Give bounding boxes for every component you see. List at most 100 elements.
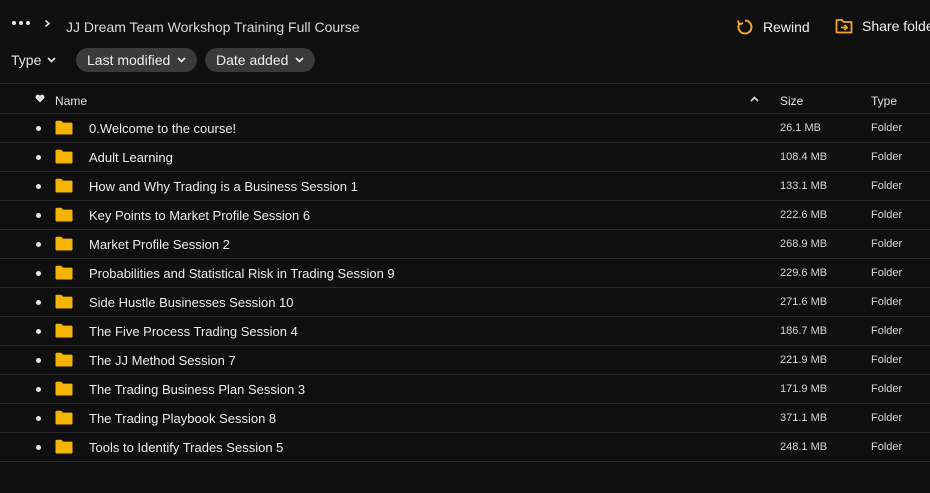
table-row[interactable]: The Five Process Trading Session 4 186.7…: [0, 317, 930, 346]
table-body: 0.Welcome to the course! 26.1 MB Folder …: [0, 114, 930, 462]
row-size: 248.1 MB: [780, 441, 828, 453]
row-type: Folder: [871, 238, 903, 250]
top-bar: JJ Dream Team Workshop Training Full Cou…: [0, 0, 930, 44]
column-header-type[interactable]: Type: [871, 94, 897, 108]
bullet-icon: [36, 329, 41, 334]
row-type: Folder: [871, 267, 903, 279]
row-type: Folder: [871, 209, 903, 221]
share-folder-button[interactable]: Share folde: [835, 18, 930, 34]
table-row[interactable]: Key Points to Market Profile Session 6 2…: [0, 201, 930, 230]
bullet-icon: [36, 155, 41, 160]
table-row[interactable]: Side Hustle Businesses Session 10 271.6 …: [0, 288, 930, 317]
last-modified-filter[interactable]: Last modified: [76, 48, 198, 72]
last-modified-label: Last modified: [87, 52, 171, 68]
row-name: Adult Learning: [89, 150, 173, 165]
rewind-icon: [737, 19, 753, 35]
bullet-icon: [36, 271, 41, 276]
date-added-label: Date added: [216, 52, 289, 68]
row-name: How and Why Trading is a Business Sessio…: [89, 179, 358, 194]
table-row[interactable]: The Trading Business Plan Session 3 171.…: [0, 375, 930, 404]
chevron-down-icon: [47, 57, 56, 63]
folder-icon: [55, 149, 73, 164]
row-name: Probabilities and Statistical Risk in Tr…: [89, 266, 395, 281]
chevron-down-icon: [295, 57, 304, 63]
folder-icon: [55, 236, 73, 251]
sort-up-icon[interactable]: [750, 96, 759, 102]
row-name: The Trading Playbook Session 8: [89, 411, 277, 426]
bullet-icon: [36, 416, 41, 421]
file-table: Name Size Type 0.Welcome to the course! …: [0, 83, 930, 462]
row-size: 26.1 MB: [780, 122, 821, 134]
bullet-icon: [36, 445, 41, 450]
heart-icon[interactable]: [35, 94, 45, 103]
row-name: Tools to Identify Trades Session 5: [89, 440, 284, 455]
row-type: Folder: [871, 296, 903, 308]
row-type: Folder: [871, 122, 903, 134]
table-row[interactable]: The Trading Playbook Session 8 371.1 MB …: [0, 404, 930, 433]
row-size: 186.7 MB: [780, 325, 828, 337]
row-size: 221.9 MB: [780, 354, 828, 366]
filter-bar: Type Last modified Date added: [0, 48, 930, 72]
table-row[interactable]: Adult Learning 108.4 MB Folder: [0, 143, 930, 172]
rewind-label: Rewind: [763, 19, 810, 35]
row-name: The Trading Business Plan Session 3: [89, 382, 306, 397]
row-size: 371.1 MB: [780, 412, 828, 424]
more-options-icon[interactable]: [12, 21, 30, 25]
row-size: 229.6 MB: [780, 267, 828, 279]
folder-icon: [55, 410, 73, 425]
chevron-right-icon: [45, 20, 51, 27]
row-name: Key Points to Market Profile Session 6: [89, 208, 311, 223]
folder-icon: [55, 323, 73, 338]
table-row[interactable]: The JJ Method Session 7 221.9 MB Folder: [0, 346, 930, 375]
folder-icon: [55, 294, 73, 309]
type-filter[interactable]: Type: [11, 52, 56, 68]
bullet-icon: [36, 300, 41, 305]
folder-icon: [55, 178, 73, 193]
row-name: The Five Process Trading Session 4: [89, 324, 298, 339]
row-type: Folder: [871, 325, 903, 337]
row-size: 133.1 MB: [780, 180, 828, 192]
folder-icon: [55, 120, 73, 135]
chevron-down-icon: [177, 57, 186, 63]
folder-icon: [55, 352, 73, 367]
folder-icon: [55, 265, 73, 280]
bullet-icon: [36, 126, 41, 131]
row-type: Folder: [871, 383, 903, 395]
bullet-icon: [36, 213, 41, 218]
table-row[interactable]: 0.Welcome to the course! 26.1 MB Folder: [0, 114, 930, 143]
share-folder-label: Share folde: [862, 18, 930, 34]
bullet-icon: [36, 387, 41, 392]
row-size: 171.9 MB: [780, 383, 828, 395]
row-name: The JJ Method Session 7: [89, 353, 236, 368]
folder-icon: [55, 439, 73, 454]
folder-icon: [55, 381, 73, 396]
row-name: 0.Welcome to the course!: [89, 121, 237, 136]
bullet-icon: [36, 358, 41, 363]
rewind-button[interactable]: Rewind: [736, 18, 810, 36]
share-folder-icon: [835, 19, 853, 34]
row-size: 271.6 MB: [780, 296, 828, 308]
row-size: 222.6 MB: [780, 209, 828, 221]
row-size: 268.9 MB: [780, 238, 828, 250]
row-type: Folder: [871, 441, 903, 453]
row-name: Side Hustle Businesses Session 10: [89, 295, 294, 310]
bullet-icon: [36, 184, 41, 189]
breadcrumb-title[interactable]: JJ Dream Team Workshop Training Full Cou…: [66, 19, 360, 35]
table-row[interactable]: Market Profile Session 2 268.9 MB Folder: [0, 230, 930, 259]
bullet-icon: [36, 242, 41, 247]
row-size: 108.4 MB: [780, 151, 828, 163]
row-type: Folder: [871, 412, 903, 424]
table-header: Name Size Type: [0, 83, 930, 114]
row-type: Folder: [871, 180, 903, 192]
table-row[interactable]: Probabilities and Statistical Risk in Tr…: [0, 259, 930, 288]
type-filter-label: Type: [11, 52, 42, 68]
row-type: Folder: [871, 354, 903, 366]
date-added-filter[interactable]: Date added: [205, 48, 316, 72]
column-header-size[interactable]: Size: [780, 94, 803, 108]
table-row[interactable]: Tools to Identify Trades Session 5 248.1…: [0, 433, 930, 462]
row-name: Market Profile Session 2: [89, 237, 230, 252]
row-type: Folder: [871, 151, 903, 163]
folder-icon: [55, 207, 73, 222]
column-header-name[interactable]: Name: [55, 94, 87, 108]
table-row[interactable]: How and Why Trading is a Business Sessio…: [0, 172, 930, 201]
